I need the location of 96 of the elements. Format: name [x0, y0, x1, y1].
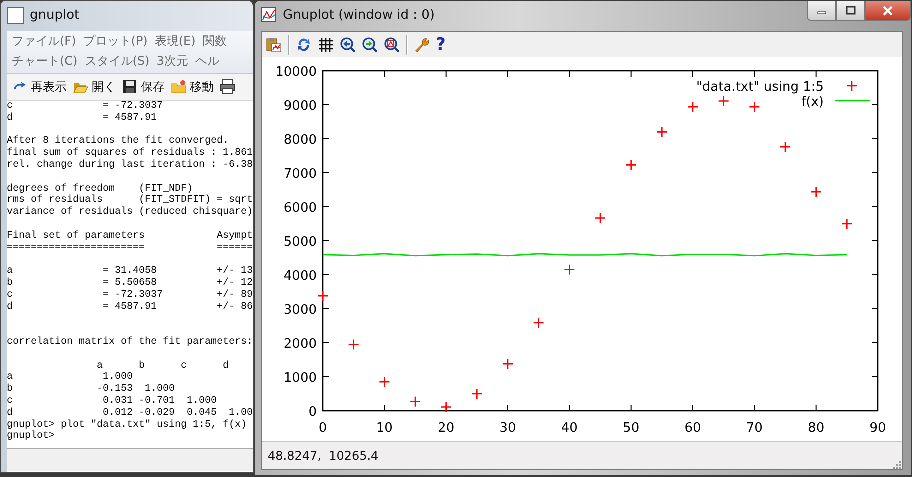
- maximize-button[interactable]: [836, 1, 865, 21]
- data-point: [440, 402, 452, 413]
- data-point: [410, 396, 422, 408]
- console-line: After 8 iterations the fit converged.: [7, 136, 230, 148]
- console-line: degrees of freedom (FIT_NDF): [7, 184, 194, 195]
- data-point: [348, 339, 360, 350]
- console-line: ======================= ======: [7, 242, 253, 254]
- data-point: [502, 358, 514, 370]
- console-line: final sum of squares of residuals : 1.861: [7, 148, 253, 160]
- maximize-icon: [846, 6, 856, 16]
- menu-item[interactable]: 関数: [202, 32, 227, 50]
- menu-item[interactable]: スタイル(S): [84, 52, 150, 70]
- console-line: b = 5.50658 +/- 12: [7, 278, 253, 290]
- input-field[interactable]: [7, 448, 253, 471]
- data-point: [780, 142, 792, 153]
- data-point: [564, 264, 576, 276]
- tick-label: 8000: [284, 133, 317, 148]
- data-point: [810, 186, 822, 198]
- console-line: gnuplot> plot "data.txt" using 1:5, f(x): [7, 420, 248, 431]
- console-line: c = -72.3037 +/- 89: [7, 290, 253, 302]
- tick-label: 0: [318, 421, 328, 436]
- legend-label: f(x): [802, 95, 824, 110]
- resize-grip-icon[interactable]: [891, 459, 901, 469]
- console-line: gnuplot>: [7, 431, 56, 444]
- tick-label: 5000: [284, 235, 317, 250]
- tick-label: 40: [561, 421, 578, 436]
- tick-label: 90: [870, 421, 886, 436]
- console-line: a = 31.4058 +/- 13: [7, 266, 253, 278]
- tick-label: 0: [308, 405, 317, 420]
- console-line: c = -72.3037: [7, 101, 164, 112]
- data-point: [718, 96, 730, 107]
- window-title: Gnuplot (window id : 0): [283, 8, 435, 22]
- menu-item[interactable]: ファイル(F): [12, 32, 76, 50]
- tick-label: 1000: [284, 371, 317, 386]
- data-point: [842, 218, 853, 230]
- help-button[interactable]: ?: [436, 36, 446, 52]
- console-line: d = 4587.91 +/- 86: [7, 302, 253, 314]
- console-line: a 1.000: [7, 372, 134, 384]
- magnifier-chart-icon[interactable]: [384, 36, 400, 52]
- menu-item[interactable]: 表現(E): [154, 32, 196, 50]
- console-line: correlation matrix of the fit parameters:: [7, 336, 253, 349]
- tick-label: 80: [808, 421, 825, 436]
- menu-item[interactable]: チャート(C): [12, 52, 78, 70]
- data-point: [687, 101, 699, 113]
- tick-label: 50: [623, 421, 640, 436]
- grid-icon[interactable]: [318, 36, 334, 52]
- data-point: [472, 388, 483, 400]
- tick-label: 9000: [284, 99, 317, 114]
- tick-label: 6000: [284, 201, 317, 216]
- tick-label: 30: [500, 421, 516, 436]
- tick-label: 60: [684, 421, 702, 436]
- tick-label: 2000: [284, 337, 317, 352]
- console-line: c 0.031 -0.701 1.000: [7, 396, 218, 408]
- console-line: b -0.153 1.000: [7, 384, 176, 396]
- tick-label: 7000: [284, 167, 317, 182]
- toolbar-button[interactable]: 再表示: [12, 78, 67, 96]
- toolbar-button[interactable]: 保存: [122, 78, 165, 96]
- menu-item[interactable]: ヘル: [195, 52, 220, 70]
- data-point: [379, 376, 390, 388]
- tick-label: 4000: [284, 269, 317, 284]
- console-line: a b c d: [96, 360, 230, 372]
- app-icon: [7, 6, 24, 24]
- data-point: [317, 290, 329, 302]
- console-line: rel. change during last iteration : -6.38: [7, 160, 253, 172]
- legend-label: "data.txt" using 1:5: [696, 80, 824, 95]
- close-button[interactable]: [865, 1, 911, 21]
- menu-item[interactable]: プロット(P): [83, 32, 148, 50]
- menu-item[interactable]: 3次元: [156, 52, 188, 70]
- toolbar-button[interactable]: 移動: [171, 78, 214, 96]
- console-line: variance of residuals (reduced chisquare): [7, 207, 253, 219]
- minimize-button[interactable]: [807, 1, 836, 21]
- data-point: [533, 317, 544, 329]
- console-line: d = 4587.91: [7, 112, 158, 125]
- clipboard-chart-icon[interactable]: [266, 36, 282, 52]
- legend-marker: [846, 80, 858, 92]
- close-icon: [882, 6, 894, 16]
- toolbar-button[interactable]: 開く: [73, 78, 116, 96]
- printer-icon[interactable]: [220, 79, 236, 95]
- window-title: gnuplot: [30, 8, 80, 22]
- wrench-icon[interactable]: [414, 36, 430, 52]
- chart-icon: [261, 7, 277, 23]
- data-point: [656, 126, 668, 138]
- console-line: d 0.012 -0.029 0.045 1.00: [7, 408, 253, 420]
- data-point: [626, 160, 637, 171]
- tick-label: 10000: [276, 65, 317, 80]
- tick-label: 20: [438, 421, 455, 436]
- console-line: rms of residuals (FIT_STDFIT) = sqrt: [7, 195, 253, 206]
- data-point: [594, 212, 606, 224]
- tick-label: 3000: [284, 303, 317, 318]
- legend-line: [835, 100, 870, 102]
- tick-label: 70: [746, 421, 763, 436]
- data-point: [749, 101, 760, 113]
- status-text: 48.8247, 10265.4: [268, 448, 379, 462]
- circular-arrows-icon[interactable]: [296, 36, 312, 52]
- tick-label: 10: [376, 421, 393, 436]
- console-line: Final set of parameters Asympt: [7, 230, 253, 243]
